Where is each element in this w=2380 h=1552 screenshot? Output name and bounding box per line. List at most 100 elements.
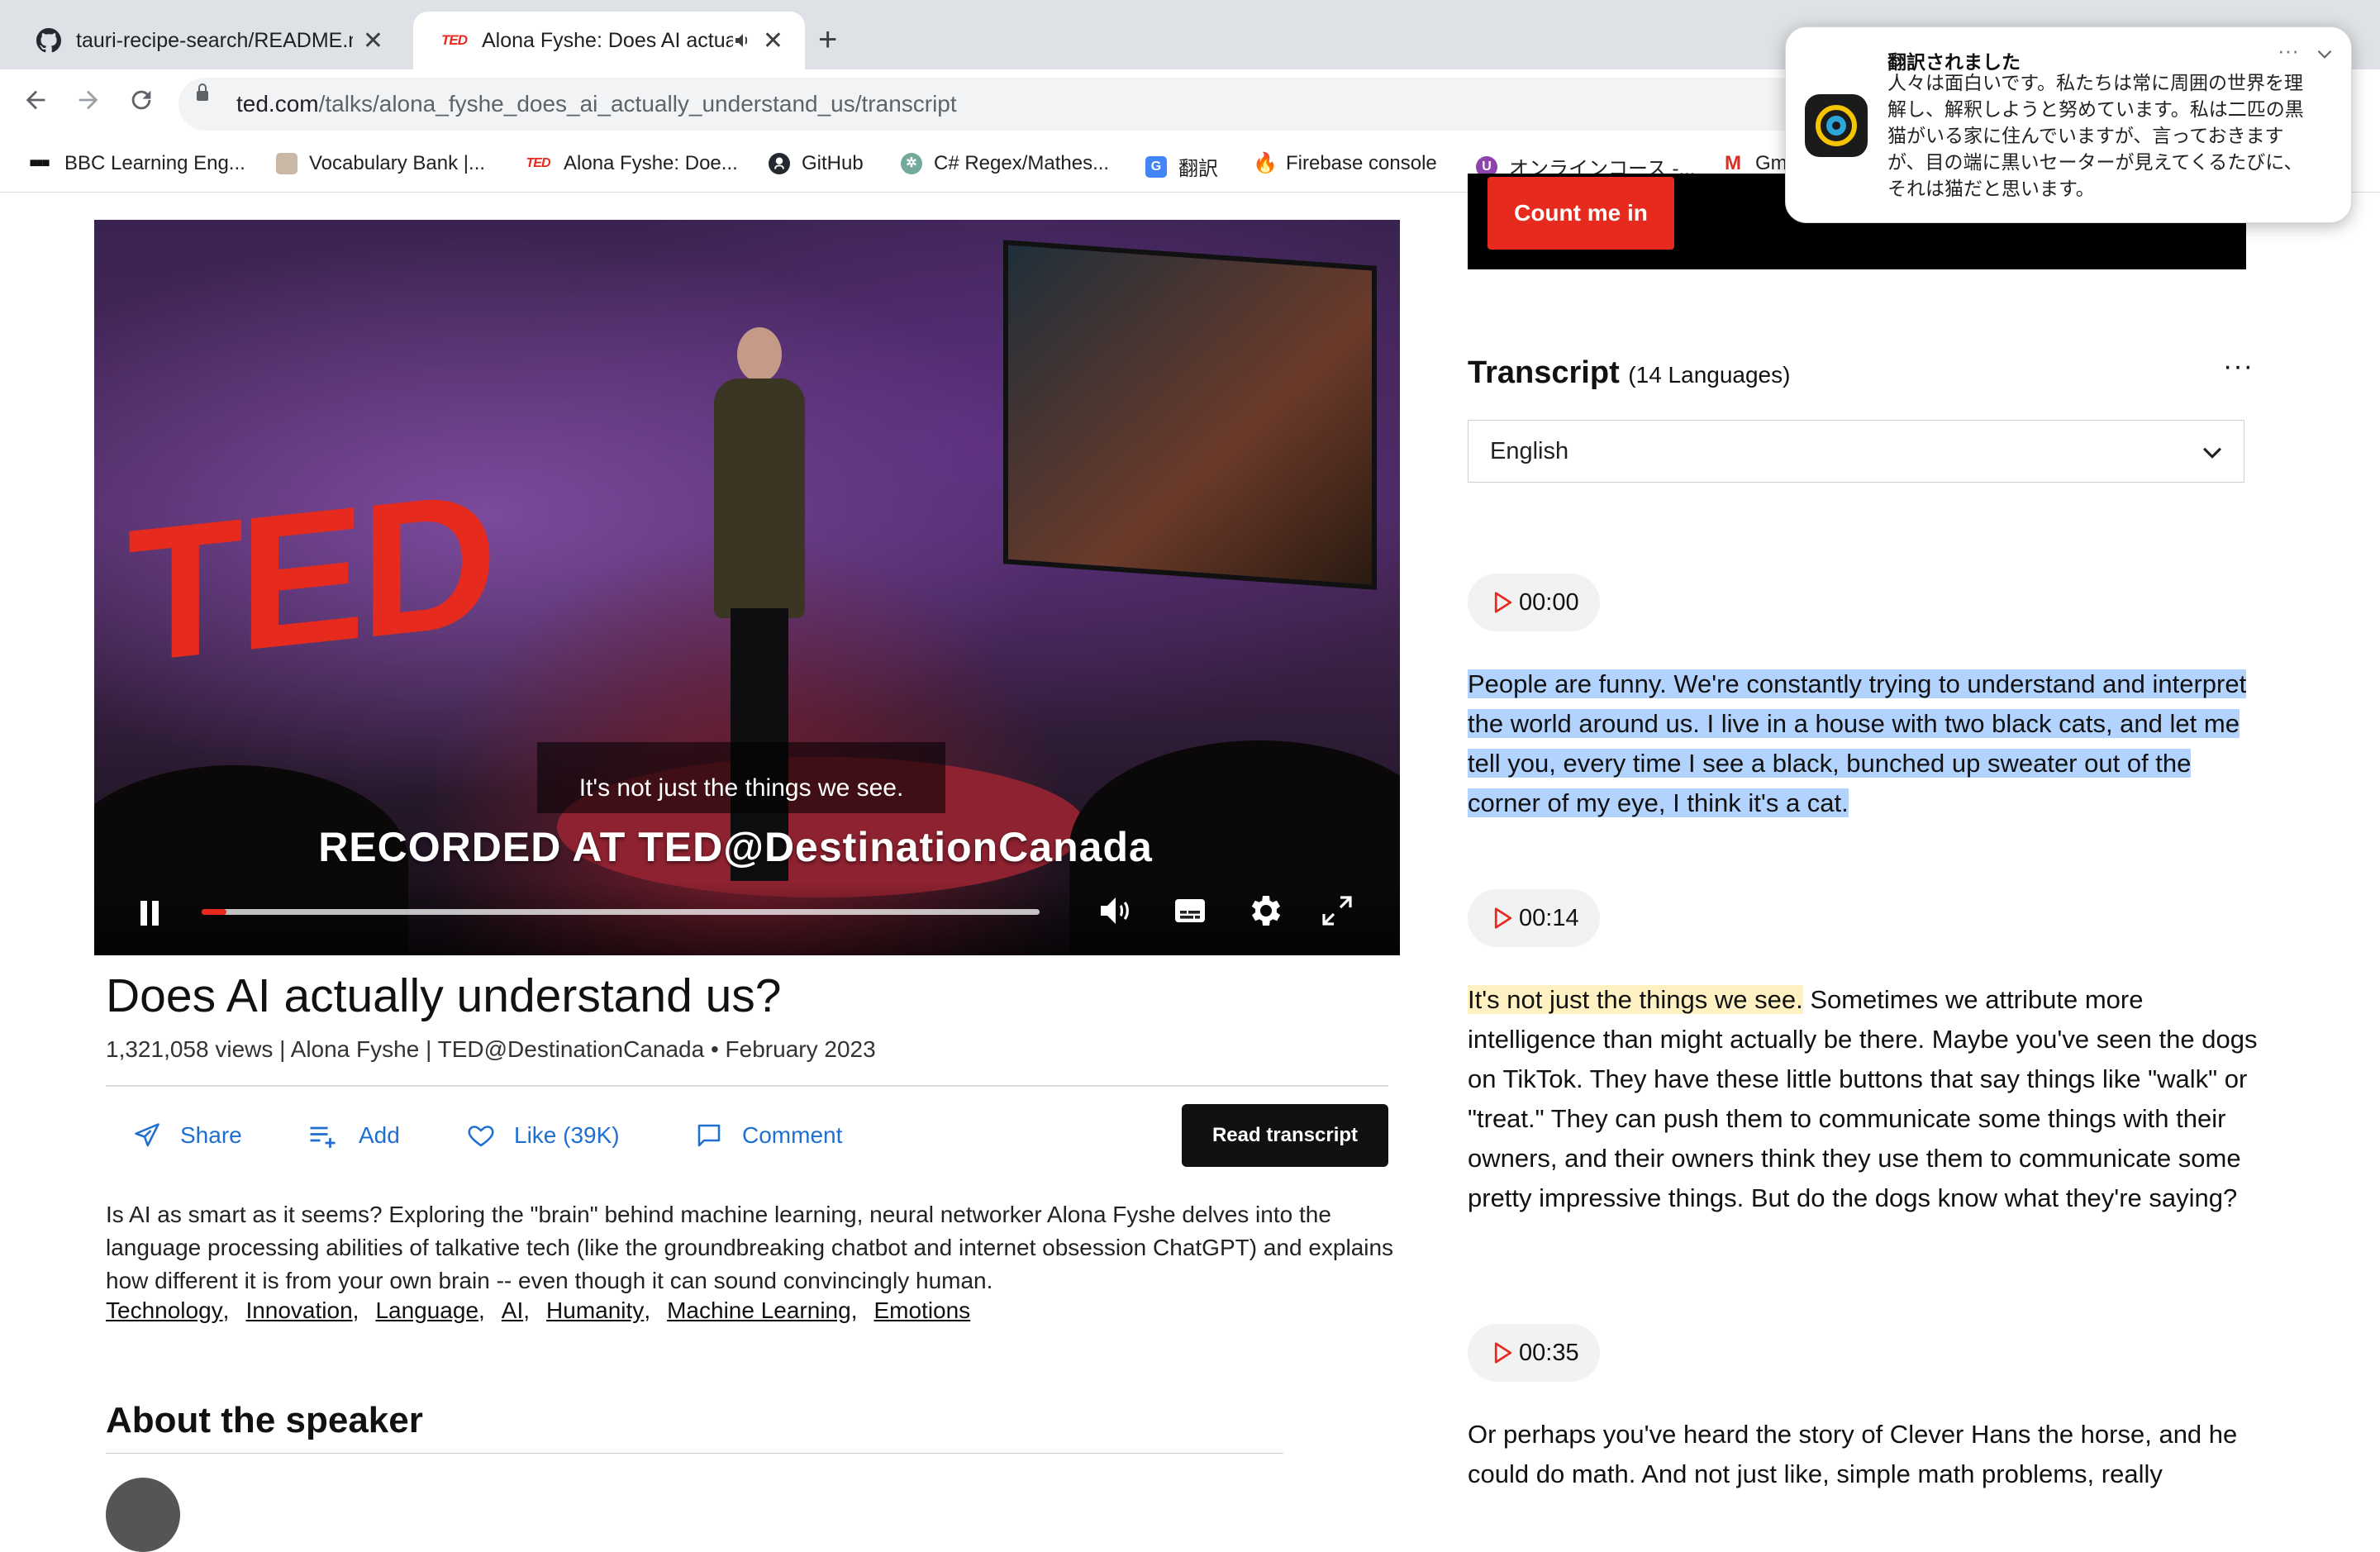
chevron-down-icon xyxy=(2202,447,2222,459)
fullscreen-button[interactable] xyxy=(1317,891,1357,931)
arrow-right-icon xyxy=(79,90,98,110)
play-icon xyxy=(1494,592,1512,613)
language-select[interactable]: English xyxy=(1468,420,2244,483)
share-label: Share xyxy=(180,1122,242,1148)
talk-title: Does AI actually understand us? xyxy=(106,969,782,1022)
gear-icon xyxy=(1251,896,1281,926)
speaker-figure xyxy=(706,327,813,906)
volume-button[interactable] xyxy=(1096,891,1135,931)
github-icon xyxy=(36,28,61,53)
chatgpt-icon: ✲ xyxy=(901,153,922,174)
add-label: Add xyxy=(359,1122,400,1148)
video-progress-track[interactable] xyxy=(202,909,1040,915)
transcript-heading: Transcript (14 Languages) xyxy=(1468,355,1790,391)
talk-meta: 1,321,058 views | Alona Fyshe | TED@Dest… xyxy=(106,1036,876,1062)
video-caption: It's not just the things we see. xyxy=(578,774,904,802)
tab-title: tauri-recipe-search/README.md xyxy=(76,28,353,52)
bookmark-label: BBC Learning Eng... xyxy=(64,152,245,174)
share-button[interactable]: Share xyxy=(132,1121,242,1150)
new-tab-button[interactable]: + xyxy=(818,21,837,59)
count-me-in-button[interactable]: Count me in xyxy=(1488,177,1674,250)
comment-icon xyxy=(697,1124,721,1147)
add-button[interactable]: Add xyxy=(307,1121,400,1150)
bookmark-label: 翻訳 xyxy=(1178,158,1218,180)
lock-icon[interactable] xyxy=(197,83,208,101)
tab-ted-talk[interactable]: TED Alona Fyshe: Does AI actually unders… xyxy=(413,12,805,69)
transcript-paragraph: People are funny. We're constantly tryin… xyxy=(1468,664,2261,823)
tab-title: Alona Fyshe: Does AI actually understand… xyxy=(482,28,733,52)
timestamp-label: 00:00 xyxy=(1519,588,1579,616)
bookmark-label: Vocabulary Bank |... xyxy=(309,152,486,174)
timestamp-label: 00:14 xyxy=(1519,904,1579,931)
divider xyxy=(106,1453,1283,1454)
bookmark-vocabulary[interactable]: Vocabulary Bank |... xyxy=(276,152,485,175)
topic-link[interactable]: Innovation xyxy=(245,1297,352,1324)
topic-link[interactable]: Language xyxy=(375,1297,478,1324)
speaker-icon[interactable] xyxy=(733,31,753,50)
about-speaker-heading: About the speaker xyxy=(106,1400,423,1440)
send-icon xyxy=(135,1123,159,1147)
github-icon xyxy=(769,153,790,174)
topic-link[interactable]: Humanity xyxy=(546,1297,644,1324)
bookmark-gmail[interactable]: M Gm xyxy=(1722,152,1787,175)
timestamp-button[interactable]: 00:14 xyxy=(1468,889,1600,947)
bookmark-firebase[interactable]: 🔥 Firebase console xyxy=(1253,152,1437,175)
read-transcript-button[interactable]: Read transcript xyxy=(1182,1104,1388,1167)
subtitles-button[interactable] xyxy=(1170,891,1210,931)
video-progress-fill xyxy=(202,909,227,915)
chevron-down-icon[interactable] xyxy=(2314,43,2335,64)
transcript-paragraph: It's not just the things we see. Sometim… xyxy=(1468,980,2261,1218)
avatar[interactable] xyxy=(106,1478,180,1552)
settings-button[interactable] xyxy=(1245,891,1284,931)
ted-icon: TED xyxy=(526,156,551,170)
bookmark-label: GitHub xyxy=(802,152,864,174)
recorded-at-overlay: RECORDED AT TED@DestinationCanada xyxy=(318,824,1153,870)
bookmark-translate[interactable]: G 翻訳 xyxy=(1145,152,1218,181)
bookmark-label: Alona Fyshe: Doe... xyxy=(564,152,738,174)
address-bar[interactable]: ted.com/talks/alona_fyshe_does_ai_actual… xyxy=(178,78,1831,131)
divider xyxy=(106,1085,1388,1087)
play-icon xyxy=(1494,1342,1512,1364)
bookmark-label: C# Regex/Mathes... xyxy=(934,152,1110,174)
gmail-icon: M xyxy=(1725,152,1741,174)
topic-link[interactable]: Emotions xyxy=(873,1297,970,1324)
pause-icon[interactable] xyxy=(139,901,160,926)
topic-link[interactable]: AI xyxy=(502,1297,523,1324)
close-icon[interactable]: ✕ xyxy=(363,26,383,55)
bookmark-chatgpt[interactable]: ✲ C# Regex/Mathes... xyxy=(901,152,1109,175)
topic-link[interactable]: Technology xyxy=(106,1297,223,1324)
current-caption-text: It's not just the things we see. xyxy=(1468,985,1803,1014)
reload-icon xyxy=(131,90,151,110)
ted-icon: TED xyxy=(441,32,468,48)
like-button[interactable]: Like (39K) xyxy=(466,1121,620,1150)
topic-link[interactable]: Machine Learning xyxy=(667,1297,851,1324)
bookmark-ted[interactable]: TED Alona Fyshe: Doe... xyxy=(524,152,738,175)
close-icon[interactable]: ✕ xyxy=(763,26,783,55)
firebase-icon: 🔥 xyxy=(1253,152,1278,174)
reload-button[interactable] xyxy=(127,86,155,121)
timestamp-button[interactable]: 00:00 xyxy=(1468,574,1600,631)
comment-label: Comment xyxy=(742,1122,843,1148)
more-options-icon[interactable]: ··· xyxy=(2278,38,2299,64)
notification-body: 人々は面白いです。私たちは常に周囲の世界を理解し、解釈しようと努めています。私は… xyxy=(1887,72,2304,199)
translator-app-icon xyxy=(1805,94,1868,157)
forward-button[interactable] xyxy=(74,86,102,121)
bookmark-github[interactable]: GitHub xyxy=(769,152,864,175)
timestamp-button[interactable]: 00:35 xyxy=(1468,1324,1600,1382)
subtitles-icon xyxy=(1175,899,1205,922)
heart-icon xyxy=(468,1126,494,1147)
transcript-paragraph: Or perhaps you've heard the story of Cle… xyxy=(1468,1415,2261,1494)
bookmark-bbc[interactable]: ■■■ BBC Learning Eng... xyxy=(25,152,245,175)
play-icon xyxy=(1494,907,1512,929)
add-to-list-icon xyxy=(310,1126,336,1148)
talk-description: Is AI as smart as it seems? Exploring th… xyxy=(106,1202,1394,1293)
stage-screen xyxy=(1003,240,1377,590)
url-host: ted.com xyxy=(236,91,319,117)
bbc-icon: ■■■ xyxy=(29,156,50,170)
more-options-icon[interactable]: ··· xyxy=(2223,350,2254,383)
comment-button[interactable]: Comment xyxy=(694,1121,842,1150)
tab-readme[interactable]: tauri-recipe-search/README.md ✕ xyxy=(8,12,405,69)
vocabulary-icon xyxy=(276,153,298,174)
volume-icon xyxy=(1101,897,1129,924)
back-button[interactable] xyxy=(21,86,50,121)
